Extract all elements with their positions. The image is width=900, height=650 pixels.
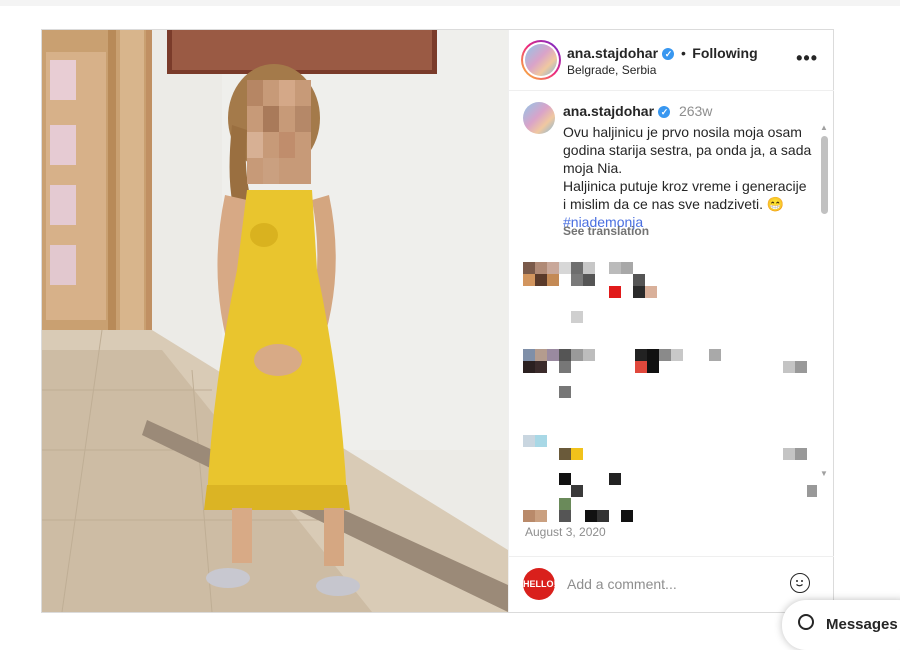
verified-badge-icon: ✓ [658,106,671,118]
comments-scrollbar[interactable]: ▲ ▼ [819,122,829,478]
browser-top-strip [0,0,900,6]
add-comment-input[interactable] [567,573,767,595]
caption-username[interactable]: ana.stajdohar [563,103,654,119]
caption-line: Haljinica putuje kroz vreme i generacije [563,178,807,194]
post-date[interactable]: August 3, 2020 [525,525,606,539]
more-options-icon[interactable]: ••• [796,48,818,69]
post-modal: ana.stajdohar ✓ • Following Belgrade, Se… [41,29,834,613]
messages-button[interactable]: Messages [782,600,900,650]
caption-line: Ovu haljinicu je prvo nosila moja osam [563,124,802,140]
scrollbar-thumb[interactable] [821,136,828,214]
caption-line: moja Nia. [563,160,623,176]
hello-brand-avatar: HELLO! [523,568,557,600]
post-photo[interactable] [42,30,508,612]
following-button[interactable]: Following [692,45,757,61]
author-username[interactable]: ana.stajdohar [567,45,658,61]
photo-illustration [42,30,508,612]
emoji-icon[interactable] [790,573,810,593]
scroll-down-arrow-icon[interactable]: ▼ [819,470,829,478]
messages-label: Messages [826,616,898,633]
caption-line: i mislim da ce nas sve nadziveti. 😁 [563,196,785,212]
see-translation-link[interactable]: See translation [563,224,649,238]
caption-avatar[interactable] [523,102,555,134]
header-separator: • [680,45,686,61]
messages-icon [798,614,814,630]
author-avatar[interactable] [521,40,561,80]
post-location[interactable]: Belgrade, Serbia [567,63,656,77]
caption-age[interactable]: 263w [679,103,712,119]
post-side-panel: ana.stajdohar ✓ • Following Belgrade, Se… [508,30,834,612]
caption-text: Ovu haljinicu je prvo nosila moja osam g… [563,123,818,231]
post-header: ana.stajdohar ✓ • Following Belgrade, Se… [509,30,834,91]
scroll-up-arrow-icon[interactable]: ▲ [819,124,829,132]
caption-line: godina starija sestra, pa onda ja, a sad… [563,142,812,158]
comment-bar: HELLO! [509,556,834,613]
verified-badge-icon: ✓ [662,48,675,60]
